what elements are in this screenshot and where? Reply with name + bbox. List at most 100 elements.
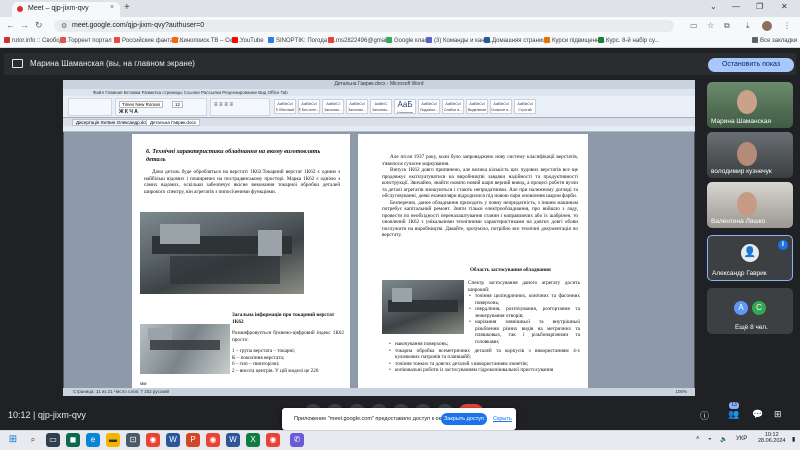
participant-tile-1[interactable]: Марина Шаманская — [707, 82, 793, 128]
bookmark-label: Торрент портал т... — [68, 38, 121, 44]
section-heading: 6. Технічні характеристики обладнання на… — [146, 148, 321, 163]
participant-tile-2[interactable]: володимир кузнечук — [707, 132, 793, 178]
bookmark-item[interactable]: SINOPTIK: Погода в... — [268, 37, 337, 44]
bookmark-favicon-icon — [328, 37, 334, 43]
recording-dot-icon — [17, 6, 23, 12]
style-sample: AaBbCcl — [445, 101, 461, 106]
chrome-icon-3[interactable]: ◉ — [266, 433, 280, 447]
bookmark-favicon-icon — [544, 37, 550, 43]
intro-paragraph: Дана деталь буде обробляться на верстаті… — [144, 169, 340, 195]
extensions-icon[interactable]: ⧉ — [724, 21, 730, 31]
subheading-application: Область застосування обладнання — [470, 267, 551, 273]
bookmark-item[interactable]: Торрент портал т... — [60, 37, 120, 44]
maximize-window-button[interactable]: ❐ — [756, 2, 763, 11]
present-screen-icon — [12, 59, 23, 68]
style-gallery-item: AaBbCcl Подзагол... — [418, 99, 440, 114]
info-icon[interactable]: ⓘ — [700, 409, 709, 422]
browser-tab-strip — [0, 0, 800, 17]
store-icon[interactable]: ⊡ — [126, 433, 140, 447]
style-sample: AaBbCcl — [469, 101, 485, 106]
share-banner-text: Приложение "meet.google.com" предоставил… — [294, 416, 448, 422]
bookmark-favicon-icon — [4, 37, 10, 43]
word-icon[interactable]: W — [166, 433, 180, 447]
style-gallery-item: AaBbCcl Сильное в... — [490, 99, 512, 114]
browser-tab-meet[interactable]: Meet – qjp-jixm-qvy × — [12, 2, 120, 17]
viber-icon[interactable]: ✆ — [290, 433, 304, 447]
search-icon[interactable]: ⌕ — [26, 433, 40, 447]
style-gallery-item: AaBbCcl Строгий — [514, 99, 536, 114]
bookmark-item[interactable]: YouTube — [232, 37, 264, 44]
more-participants-tile[interactable]: А С Ещё 8 чел. — [707, 288, 793, 334]
word-title-bar: Детальна Гаврик.docx - Microsoft Word — [63, 80, 695, 89]
bookmark-label: Домашняя страниц... — [492, 38, 551, 44]
forward-icon[interactable]: → — [20, 20, 29, 30]
bookmark-label: YouTube — [240, 38, 264, 44]
participant-name: Александр Гаврик — [712, 270, 767, 277]
cast-icon[interactable]: ▭ — [690, 21, 698, 30]
doc-page-right: Але після 1937 року, коли було запровадж… — [358, 134, 588, 388]
bookmark-item[interactable]: ms2822496@gmail... — [328, 37, 393, 44]
word-icon-2[interactable]: W — [226, 433, 240, 447]
speaking-indicator-icon: ⦀ — [778, 240, 788, 250]
application-intro: Спектр застосування даного агрегату доси… — [468, 280, 580, 293]
close-tab-icon[interactable]: × — [110, 4, 114, 11]
all-bookmarks-link[interactable]: Все закладки — [752, 37, 797, 44]
stop-presenting-button[interactable]: Остановить показ — [708, 58, 794, 72]
reload-icon[interactable]: ↻ — [35, 20, 43, 31]
participant-name: Валентина Ляшко — [711, 218, 766, 225]
close-window-button[interactable]: ✕ — [781, 2, 788, 11]
bookmark-favicon-icon — [268, 37, 274, 43]
site-info-icon[interactable]: ⚙ — [61, 22, 67, 30]
bookmark-item[interactable]: Домашняя страниц... — [484, 37, 551, 44]
downloads-icon[interactable]: ⤓ — [746, 21, 750, 31]
style-gallery-item: AaBbCi Заголово... — [322, 99, 344, 114]
tray-chevron-icon[interactable]: ˄ — [696, 436, 700, 442]
people-icon[interactable]: 👥 — [728, 409, 739, 420]
bookmark-item[interactable]: (3) Команды и кана... — [426, 37, 493, 44]
notifications-icon[interactable]: ▮ — [792, 436, 795, 443]
chat-icon[interactable]: 💬 — [752, 409, 763, 420]
tray-clock[interactable]: 10:12 28.06.2024 — [758, 432, 786, 444]
keyboard-language[interactable]: УКР — [736, 436, 747, 442]
windows-start-icon[interactable]: ⊞ — [6, 433, 20, 447]
edge-icon[interactable]: e — [86, 433, 100, 447]
bookmark-star-icon[interactable]: ☆ — [707, 21, 714, 30]
participant-name: володимир кузнечук — [711, 168, 772, 175]
activities-icon[interactable]: ⊞ — [774, 409, 782, 420]
minimize-window-button[interactable]: — — [732, 2, 740, 11]
stop-sharing-button[interactable]: Закрыть доступ — [441, 413, 487, 425]
powerpoint-icon[interactable]: P — [186, 433, 200, 447]
word-ribbon-tabs: Файл Главная Вставка Разметка страницы С… — [63, 89, 695, 96]
network-icon[interactable]: ◒ — [708, 436, 712, 442]
style-sample: AaBbCcl — [517, 101, 533, 106]
new-tab-button[interactable]: + — [124, 2, 130, 13]
chrome-icon-2[interactable]: ◉ — [206, 433, 220, 447]
chrome-icon[interactable]: ◉ — [146, 433, 160, 447]
clipboard-group — [68, 98, 112, 116]
profile-avatar[interactable] — [762, 21, 772, 31]
style-sample: AaBbC — [374, 101, 388, 106]
tab-search-icon[interactable]: ⌄ — [710, 2, 717, 11]
speaker-icon[interactable]: 🔈 — [720, 436, 727, 443]
bookmark-item[interactable]: Курс. 8-й набір су... — [598, 37, 659, 44]
url-field[interactable]: ⚙ meet.google.com/qjp-jixm-qvy?authuser=… — [54, 20, 674, 32]
style-gallery-item: AaBbCcl ¶ Обычный — [274, 99, 296, 114]
application-bullet: токарна обробка всеметричних деталей та … — [388, 348, 580, 361]
style-sample: AaBbCcl — [493, 101, 509, 106]
style-name: Слабое в... — [443, 108, 463, 112]
participant-tile-4[interactable]: 👤 ⦀ Александр Гаврик — [707, 235, 793, 281]
back-icon[interactable]: ← — [6, 20, 15, 30]
participant-tile-3[interactable]: Валентина Ляшко — [707, 182, 793, 228]
bookmark-item[interactable]: rutor.info :: Свобод... — [4, 37, 68, 44]
bookmark-item[interactable]: Google клас — [386, 37, 428, 44]
window-share-banner: Приложение "meet.google.com" предоставил… — [282, 408, 516, 430]
file-explorer-icon[interactable]: ▬ — [106, 433, 120, 447]
bookmark-label: Курс. 8-й набір су... — [606, 38, 660, 44]
excel-icon[interactable]: X — [246, 433, 260, 447]
browser-menu-icon[interactable]: ⋮ — [783, 21, 791, 30]
tab-title: Meet – qjp-jixm-qvy — [28, 5, 89, 12]
widgets-icon[interactable]: ◼ — [66, 433, 80, 447]
task-view-icon[interactable]: ▭ — [46, 433, 60, 447]
bookmark-label: Google клас — [394, 38, 428, 44]
hide-banner-link[interactable]: Скрыть — [493, 416, 512, 422]
